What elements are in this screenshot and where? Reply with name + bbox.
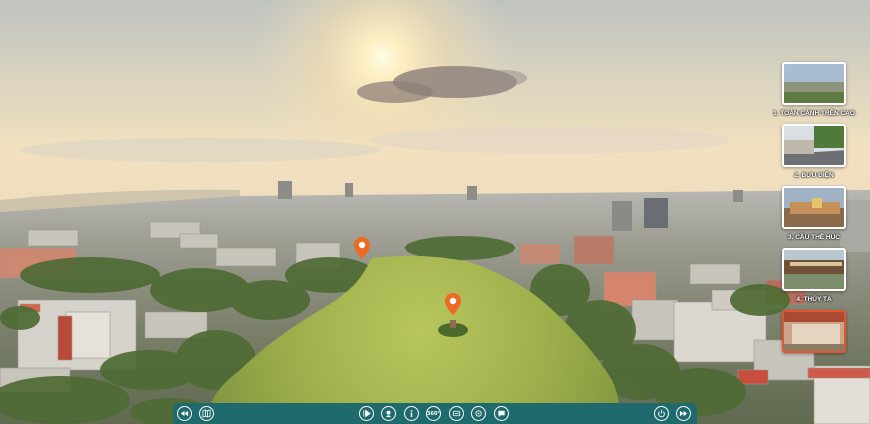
rewind-icon[interactable] [177,406,192,421]
chat-icon[interactable] [494,406,509,421]
scene-thumb-label: 1. TOÀN CẢNH TRÊN CAO [773,110,855,117]
scene-thumb-image [782,124,846,167]
hotspot-icon[interactable] [381,406,396,421]
scene-thumb-image [782,62,846,105]
scene-thumb-label: 4. THỦY TẠ [796,296,832,303]
target-icon[interactable] [471,406,486,421]
map-icon[interactable] [199,406,214,421]
scene-thumb-image [782,310,846,353]
scene-thumb-label: 2. BƯU ĐIỆN [794,172,834,179]
scene-thumb-label: 3. CẦU THÊ HÚC [787,234,840,241]
location-pin-icon[interactable] [444,292,462,316]
forward-icon[interactable] [676,406,691,421]
play-icon[interactable] [359,406,374,421]
panorama-viewer[interactable]: 1. TOÀN CẢNH TRÊN CAO 2. BƯU ĐIỆN 3. CẦU… [0,0,870,424]
location-pin-icon[interactable] [353,236,371,260]
info-icon[interactable] [404,406,419,421]
scene-thumb-image [782,186,846,229]
bottom-toolbar: 360° [173,403,697,424]
panorama-image[interactable] [0,0,870,424]
vr-360-button[interactable]: 360° [426,406,441,421]
power-icon[interactable] [654,406,669,421]
scene-thumb-image [782,248,846,291]
gyro-icon[interactable] [449,406,464,421]
